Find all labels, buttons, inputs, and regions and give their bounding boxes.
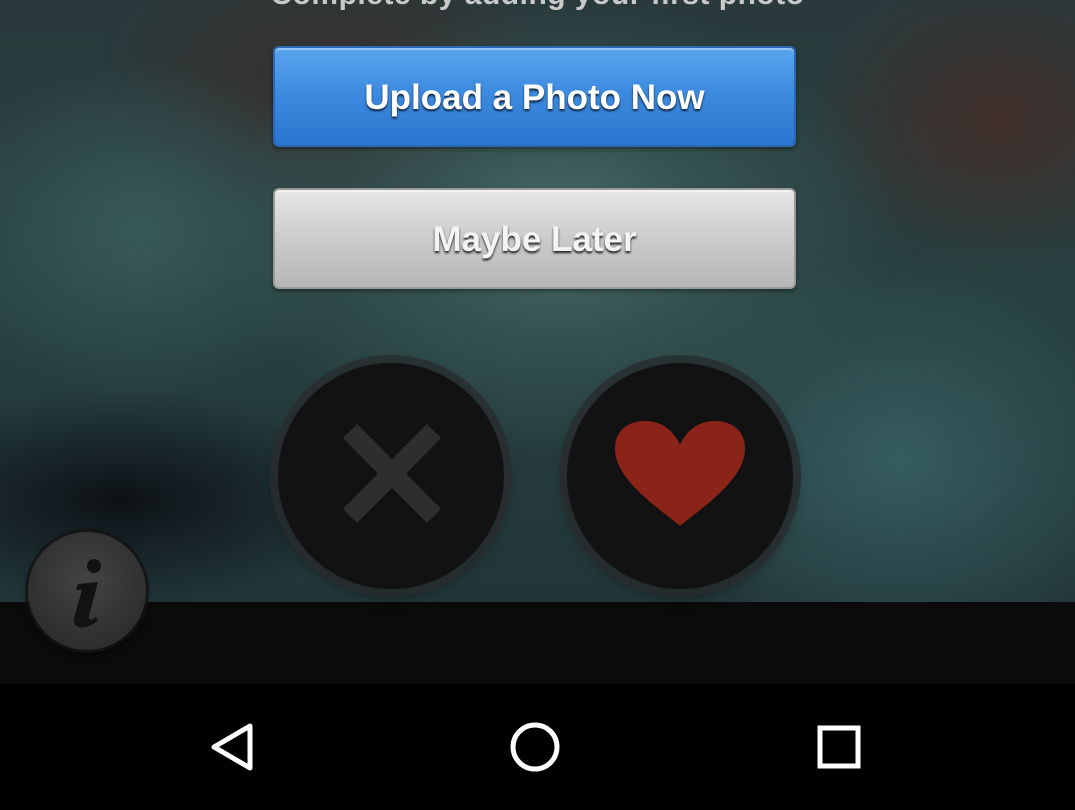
prompt-text: Complete by adding your first photo — [0, 0, 1075, 12]
app-screen: Complete by adding your first photo Uplo… — [0, 0, 1075, 810]
x-icon — [342, 423, 442, 524]
home-button[interactable] — [475, 684, 595, 810]
recents-square-icon — [817, 725, 861, 769]
back-button[interactable] — [172, 684, 292, 810]
like-button[interactable] — [567, 363, 793, 589]
bottom-bar — [0, 602, 1075, 684]
recents-button[interactable] — [779, 684, 899, 810]
nope-button[interactable] — [278, 363, 504, 589]
upload-photo-button[interactable]: Upload a Photo Now — [273, 46, 796, 147]
back-triangle-icon — [211, 723, 253, 771]
android-navigation-bar — [0, 684, 1075, 810]
maybe-later-button[interactable]: Maybe Later — [273, 188, 796, 289]
home-circle-icon — [510, 722, 560, 772]
heart-icon — [615, 421, 745, 526]
info-icon — [73, 559, 101, 628]
info-button[interactable] — [28, 532, 146, 650]
